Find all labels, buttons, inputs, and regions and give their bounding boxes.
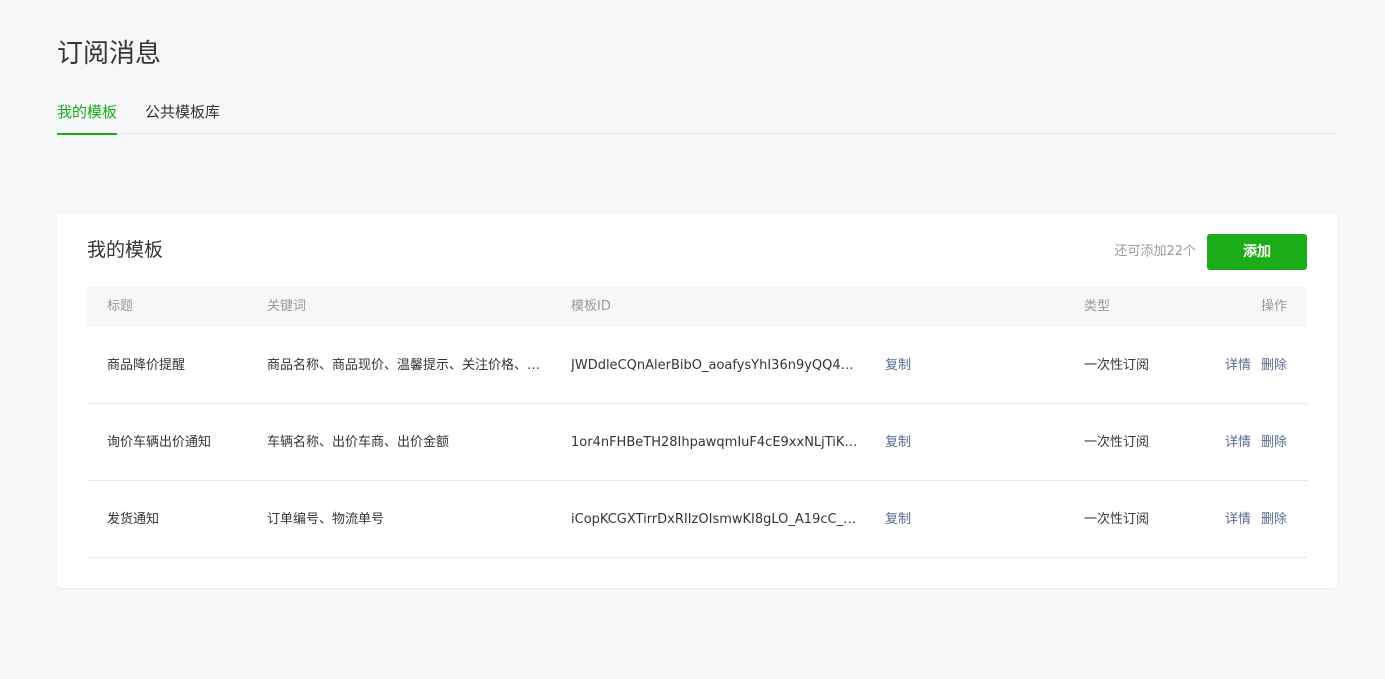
header-type: 类型 [1084, 299, 1111, 314]
copy-link[interactable]: 复制 [885, 481, 911, 558]
delete-link[interactable]: 删除 [1261, 435, 1287, 450]
row-type: 一次性订阅 [1084, 512, 1150, 527]
header-keywords: 关键词 [267, 299, 307, 314]
add-button[interactable]: 添加 [1207, 234, 1307, 270]
table-header: 标题 关键词 模板ID 类型 操作 [87, 287, 1307, 327]
row-keywords: 车辆名称、出价车商、出价金额 [267, 435, 450, 450]
table-row: 发货通知 订单编号、物流单号 iCopKCGXTirrDxRIIzOIsmwKI… [87, 481, 1307, 558]
copy-link[interactable]: 复制 [885, 404, 911, 481]
detail-link[interactable]: 详情 [1225, 512, 1251, 527]
copy-link[interactable]: 复制 [885, 327, 911, 404]
tab-public-template-library[interactable]: 公共模板库 [145, 100, 220, 134]
delete-link[interactable]: 删除 [1261, 358, 1287, 373]
row-type: 一次性订阅 [1084, 435, 1150, 450]
row-template-id: iCopKCGXTirrDxRIIzOIsmwKI8gLO_A19cC_… [571, 512, 857, 527]
detail-link[interactable]: 详情 [1225, 358, 1251, 373]
my-templates-card: 我的模板 还可添加22个 添加 标题 关键词 模板ID 类型 操作 商品降价提醒… [57, 214, 1337, 588]
remaining-count: 还可添加22个 [1114, 244, 1196, 259]
table-row: 询价车辆出价通知 车辆名称、出价车商、出价金额 1or4nFHBeTH28Ihp… [87, 404, 1307, 481]
tab-bar: 我的模板 公共模板库 [57, 100, 1337, 135]
row-template-id: 1or4nFHBeTH28IhpawqmIuF4cE9xxNLjTiK… [571, 435, 858, 450]
card-title: 我的模板 [87, 239, 164, 261]
row-type: 一次性订阅 [1084, 358, 1150, 373]
delete-link[interactable]: 删除 [1261, 512, 1287, 527]
header-title: 标题 [107, 299, 134, 314]
header-actions: 操作 [1260, 299, 1287, 314]
row-actions: 详情 删除 [1215, 327, 1287, 404]
header-template-id: 模板ID [571, 299, 611, 314]
row-title: 发货通知 [107, 512, 160, 527]
row-keywords: 订单编号、物流单号 [267, 512, 385, 527]
table-row: 商品降价提醒 商品名称、商品现价、温馨提示、关注价格、… JWDdleCQnAl… [87, 327, 1307, 404]
row-keywords: 商品名称、商品现价、温馨提示、关注价格、… [267, 358, 541, 373]
page-title: 订阅消息 [57, 39, 162, 69]
detail-link[interactable]: 详情 [1225, 435, 1251, 450]
row-title: 商品降价提醒 [107, 358, 186, 373]
tab-my-templates[interactable]: 我的模板 [57, 100, 118, 135]
row-template-id: JWDdleCQnAlerBibO_aoafysYhI36n9yQQ4… [571, 358, 854, 373]
row-actions: 详情 删除 [1215, 481, 1287, 558]
row-title: 询价车辆出价通知 [107, 435, 212, 450]
page: 订阅消息 我的模板 公共模板库 我的模板 还可添加22个 添加 标题 关键词 模… [0, 0, 1385, 679]
row-actions: 详情 删除 [1215, 404, 1287, 481]
templates-table: 标题 关键词 模板ID 类型 操作 商品降价提醒 商品名称、商品现价、温馨提示、… [87, 287, 1307, 558]
